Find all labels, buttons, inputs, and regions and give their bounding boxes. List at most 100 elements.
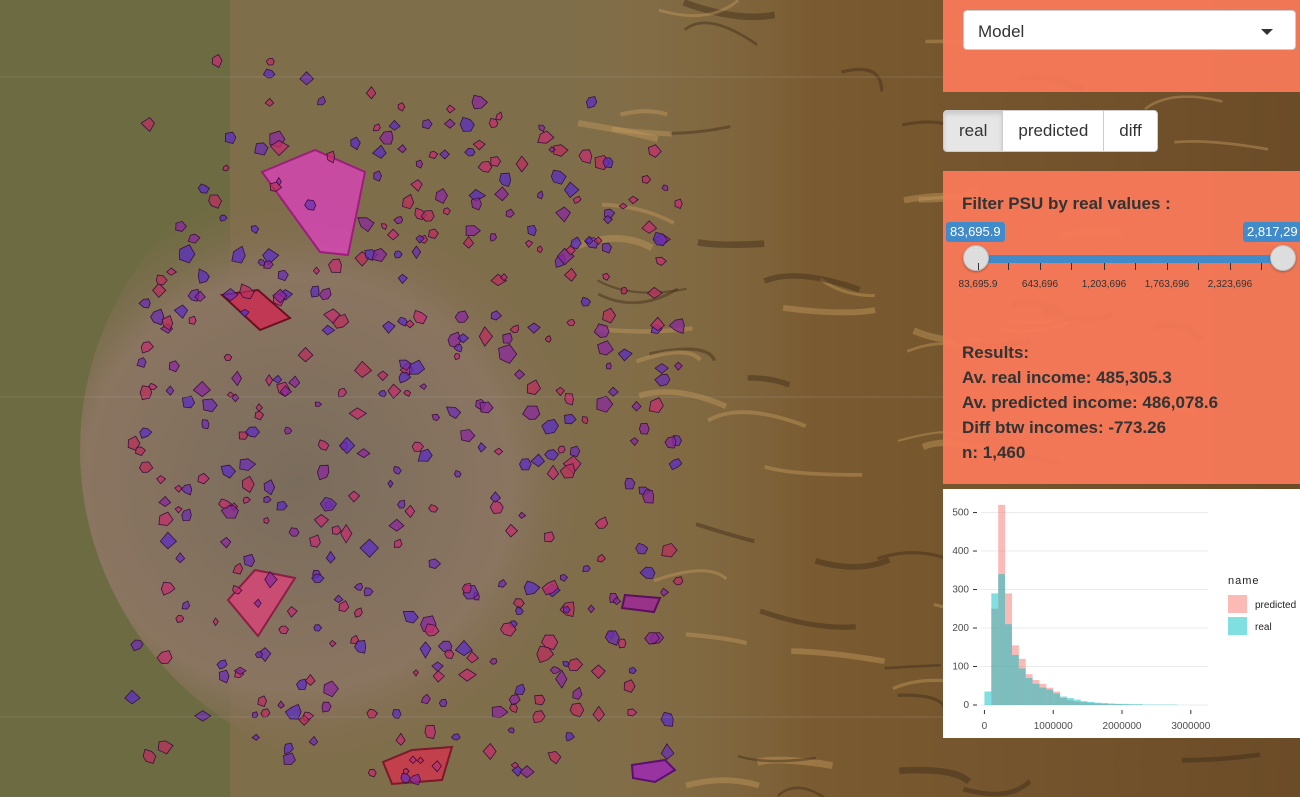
- results-heading: Results:: [962, 343, 1030, 362]
- psu-polygon: [602, 157, 614, 169]
- slider-tick: [1071, 263, 1072, 270]
- slider-tick-label: 1,203,696: [1081, 279, 1127, 290]
- slider-tick-label: 643,696: [1021, 279, 1059, 290]
- model-select[interactable]: Model: [963, 10, 1296, 50]
- x-tick-label: 1000000: [1034, 721, 1073, 732]
- y-tick-label: 0: [963, 700, 969, 711]
- histogram-bar-real: [1032, 683, 1040, 705]
- slider-tick: [1008, 263, 1009, 270]
- slider-tick: [1167, 263, 1168, 270]
- histogram-bar-real: [1060, 696, 1067, 705]
- real-button[interactable]: real: [943, 110, 1004, 152]
- filter-title: Filter PSU by real values :: [962, 194, 1171, 213]
- histogram-bar-real: [1087, 701, 1095, 705]
- histogram-panel: 0 100 200 300 400 500 0 1000000 2000000 3000000 …: [943, 489, 1300, 738]
- slider-tick: [1261, 263, 1262, 270]
- histogram-bar-real: [1108, 703, 1116, 705]
- legend-swatch-real: [1228, 617, 1247, 635]
- average-real-income: Av. real income: 485,305.3: [962, 368, 1172, 387]
- histogram-bar-real: [1080, 701, 1088, 705]
- psu-polygon: [674, 198, 683, 210]
- histogram-bar-real: [1066, 698, 1074, 705]
- predicted-button[interactable]: predicted: [1002, 110, 1105, 152]
- y-tick-label: 200: [952, 623, 969, 634]
- legend-label-predicted: predicted: [1255, 600, 1296, 611]
- histogram-bar-real: [1122, 703, 1129, 705]
- psu-polygon: [310, 285, 320, 298]
- psu-polygon: [527, 225, 537, 237]
- slider-tick: [1230, 263, 1231, 270]
- view-toggle-group: real predicted diff: [943, 110, 1158, 152]
- psu-polygon: [201, 419, 210, 430]
- histogram-legend: name predicted real: [1228, 575, 1296, 635]
- slider-min-tooltip: 83,695.9: [946, 222, 1005, 242]
- model-select-panel: Model: [943, 0, 1300, 92]
- mountain-ridge: [697, 239, 765, 248]
- x-tick-label: 0: [982, 721, 988, 732]
- histogram-bar-real: [1128, 704, 1136, 705]
- slider-tick-label: 83,695.9: [958, 279, 998, 290]
- histogram-bar-real: [1135, 704, 1143, 705]
- x-tick-label: 2000000: [1103, 721, 1142, 732]
- slider-max-handle[interactable]: [1270, 245, 1296, 271]
- psu-polygon: [373, 170, 382, 182]
- legend-title: name: [1228, 575, 1260, 587]
- y-tick-label: 500: [952, 508, 969, 519]
- slider-tick-label: 1,763,696: [1144, 279, 1190, 290]
- histogram-bar-real: [1073, 699, 1081, 705]
- slider-tick: [1104, 263, 1105, 270]
- results-block: Results: Av. real income: 485,305.3 Av. …: [962, 340, 1218, 465]
- psu-polygon: [543, 531, 555, 543]
- filter-panel: Filter PSU by real values : 83,695.9 2,8…: [943, 171, 1300, 484]
- psu-polygon: [502, 332, 513, 344]
- slider-tick: [1040, 263, 1041, 270]
- histogram-bar-real: [1046, 689, 1054, 705]
- histogram-bars: [984, 504, 1178, 705]
- psu-polygon[interactable]: [620, 593, 662, 614]
- psu-polygon: [188, 315, 197, 325]
- histogram-bar-real: [984, 691, 992, 705]
- diff-button[interactable]: diff: [1103, 110, 1158, 152]
- psu-polygon: [642, 489, 655, 504]
- histogram-x-axis: 0 1000000 2000000 3000000: [982, 710, 1211, 732]
- income-difference: Diff btw incomes: -773.26: [962, 418, 1167, 437]
- model-select-value: Model: [978, 22, 1025, 41]
- legend-swatch-predicted: [1228, 595, 1247, 613]
- psu-polygon: [557, 445, 566, 454]
- income-histogram: 0100200300400500 0 1000000 2000000 3000000 …: [952, 504, 1296, 732]
- histogram-bar-real: [1094, 702, 1102, 705]
- slider-tick: [1135, 263, 1136, 270]
- psu-polygon: [605, 362, 612, 370]
- histogram-bar-real: [1005, 624, 1012, 705]
- histogram-bar-real: [1025, 678, 1033, 705]
- histogram-bar-real: [1011, 654, 1019, 705]
- psu-polygon: [638, 423, 650, 435]
- histogram-bar-real: [1053, 693, 1061, 705]
- psu-polygon: [519, 458, 532, 471]
- psu-polygon: [424, 724, 436, 739]
- legend-label-real: real: [1255, 622, 1272, 633]
- y-tick-label: 300: [952, 585, 969, 596]
- slider-min-handle[interactable]: [963, 245, 989, 271]
- histogram-bar-real: [1101, 703, 1109, 705]
- caret-down-icon: [1261, 29, 1273, 35]
- psu-polygon: [620, 286, 628, 295]
- count-n: n: 1,460: [962, 443, 1026, 462]
- slider-tick: [1198, 263, 1199, 270]
- y-tick-label: 400: [952, 546, 969, 557]
- histogram-bar-real: [998, 574, 1006, 705]
- x-tick-label: 3000000: [1171, 721, 1210, 732]
- psu-polygon: [618, 638, 627, 649]
- histogram-y-axis: 0 100 200 300 400 500: [952, 508, 977, 711]
- histogram-bar-real: [1115, 703, 1123, 705]
- histogram-bar-real: [991, 593, 999, 705]
- slider-tick: [978, 263, 979, 270]
- y-tick-label: 100: [952, 662, 969, 673]
- slider-selected-range[interactable]: [976, 255, 1283, 263]
- slider-tick-label: 2,323,696: [1207, 279, 1253, 290]
- histogram-bar-real: [1018, 668, 1026, 705]
- psu-polygon: [453, 353, 461, 360]
- slider-max-tooltip: 2,817,29: [1243, 222, 1300, 242]
- histogram-bar-real: [1039, 687, 1047, 705]
- psu-polygon: [534, 694, 546, 706]
